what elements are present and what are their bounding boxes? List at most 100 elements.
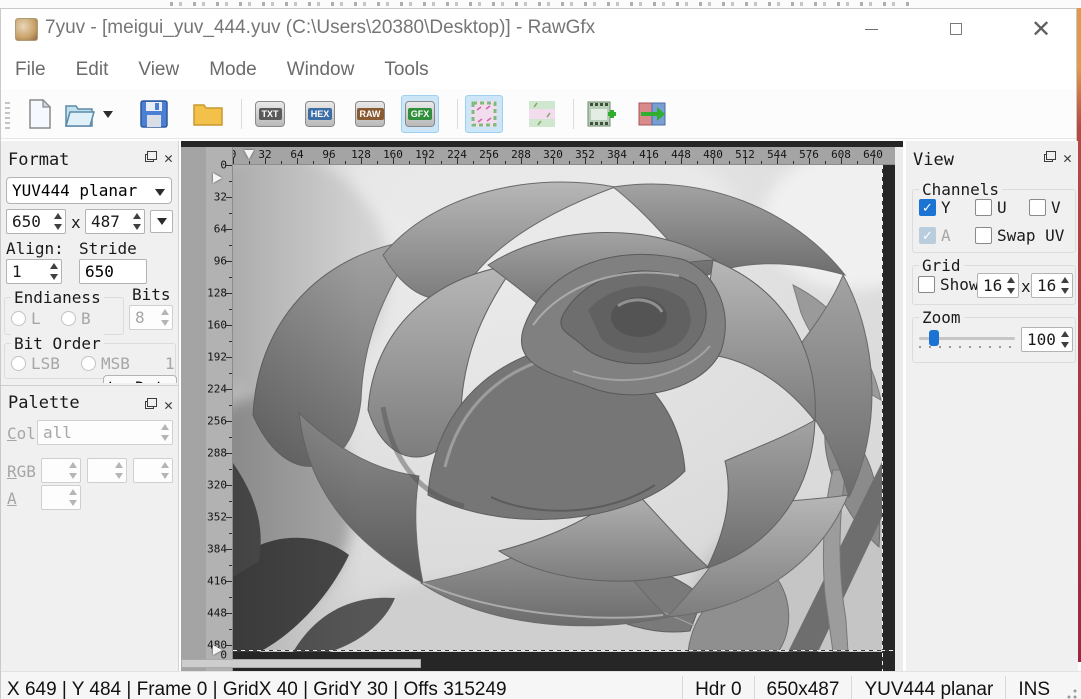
grid-cols-spinbox[interactable]: 16	[977, 273, 1019, 298]
endian-l-radio[interactable]	[11, 311, 26, 326]
auto-detect-label: Auto Detect	[103, 378, 177, 384]
ruler-tick	[229, 629, 232, 630]
slider-handle[interactable]	[929, 330, 939, 346]
g-spinbox[interactable]	[87, 458, 127, 483]
window-title: 7yuv - [meigui_yuv_444.yuv (C:\Users\203…	[45, 17, 595, 39]
app-window: 7yuv - [meigui_yuv_444.yuv (C:\Users\203…	[0, 8, 1077, 699]
b-spinbox[interactable]	[133, 458, 173, 483]
image-viewport[interactable]	[233, 165, 883, 652]
close-panel-icon[interactable]: ✕	[164, 153, 173, 163]
view-packed-button[interactable]	[465, 95, 503, 133]
ruler-tick	[226, 453, 232, 454]
toolbar-drag-handle[interactable]	[5, 99, 10, 129]
right-dock: View ✕ Channels ✓ Y U	[906, 141, 1078, 671]
open-file-button[interactable]	[61, 95, 99, 133]
ruler-marker-left[interactable]	[213, 173, 222, 183]
float-panel-icon[interactable]	[145, 401, 154, 409]
menu-item-tools[interactable]: Tools	[372, 55, 440, 85]
toolbar-separator	[573, 99, 574, 129]
channel-v-checkbox[interactable]	[1029, 199, 1046, 216]
gfx-label: GFX	[408, 108, 433, 120]
channel-y-checkbox[interactable]: ✓	[919, 199, 936, 216]
toolbar: TXT HEX RAW GFX	[1, 89, 1076, 139]
zoom-slider[interactable]	[919, 330, 1015, 348]
resize-grip[interactable]	[1064, 688, 1078, 699]
mode-hex-button[interactable]: HEX	[301, 95, 339, 133]
ruler-marker-left-bottom[interactable]	[213, 645, 222, 655]
ruler-tick	[361, 158, 362, 164]
float-panel-icon[interactable]	[145, 154, 154, 162]
menu-item-window[interactable]: Window	[275, 55, 367, 85]
bits-spinbox[interactable]: 8	[129, 305, 173, 330]
grid-show-checkbox[interactable]	[918, 276, 935, 293]
background-strip	[0, 0, 1081, 8]
new-file-button[interactable]	[21, 95, 59, 133]
float-panel-icon[interactable]	[1044, 154, 1053, 162]
width-value: 650	[12, 212, 41, 231]
image-canvas[interactable]: 0326496128160192224256288320352384416448…	[181, 141, 903, 671]
col-value: all	[43, 423, 72, 442]
col-spinbox[interactable]: all	[37, 420, 173, 445]
ruler-tick	[226, 613, 232, 614]
menu-item-edit[interactable]: Edit	[64, 55, 121, 85]
swap-uv-checkbox[interactable]	[975, 227, 992, 244]
channel-a-checkbox[interactable]: ✓	[919, 227, 936, 244]
vertical-scrollbar[interactable]	[895, 147, 903, 671]
ruler-tick	[229, 309, 232, 310]
ruler-tick	[226, 165, 232, 166]
menu-item-view[interactable]: View	[126, 55, 191, 85]
export-frame-button[interactable]	[633, 95, 671, 133]
export-convert-icon	[637, 100, 667, 128]
mode-gfx-button[interactable]: GFX	[401, 95, 439, 133]
mode-raw-button[interactable]: RAW	[351, 95, 389, 133]
ruler-tick	[329, 158, 330, 164]
ruler-tick	[226, 549, 232, 550]
zoom-spinbox[interactable]: 100	[1021, 327, 1073, 352]
stride-field[interactable]: 650	[79, 259, 147, 284]
menu-item-mode[interactable]: Mode	[197, 55, 269, 85]
ruler-tick	[229, 277, 232, 278]
ruler-tick	[226, 645, 232, 646]
r-spinbox[interactable]	[41, 458, 81, 483]
ruler-left-label: 128	[207, 287, 227, 300]
auto-detect-button[interactable]: Auto Detect	[103, 375, 177, 383]
mode-txt-button[interactable]: TXT	[251, 95, 289, 133]
ruler-tick	[681, 158, 682, 164]
ruler-tick	[226, 389, 232, 390]
ruler-tick	[229, 245, 232, 246]
lsb-radio[interactable]	[11, 356, 26, 371]
grid-rows-spinbox[interactable]: 16	[1031, 273, 1073, 298]
grid-group: Grid Show 16 x 16	[912, 265, 1076, 305]
menu-item-file[interactable]: File	[3, 55, 58, 85]
ruler-tick	[226, 357, 232, 358]
width-spinbox[interactable]: 650	[6, 209, 66, 234]
title-bar[interactable]: 7yuv - [meigui_yuv_444.yuv (C:\Users\203…	[1, 9, 1076, 51]
msb-radio[interactable]	[81, 356, 96, 371]
channel-y-label: Y	[941, 198, 951, 217]
browse-folder-button[interactable]	[189, 95, 227, 133]
close-panel-icon[interactable]: ✕	[1063, 153, 1072, 163]
folder-icon	[193, 102, 223, 126]
minimize-button[interactable]	[846, 9, 896, 49]
open-file-dropdown[interactable]	[99, 95, 117, 133]
pixel-format-combobox[interactable]: YUV444 planar	[6, 177, 172, 204]
size-preset-dropdown[interactable]	[150, 210, 173, 233]
close-panel-icon[interactable]: ✕	[164, 400, 173, 410]
ruler-tick	[473, 161, 474, 164]
ruler-marker-top[interactable]	[244, 150, 254, 159]
add-frame-button[interactable]	[583, 95, 621, 133]
maximize-button[interactable]	[931, 9, 981, 49]
alpha-spinbox[interactable]	[41, 485, 81, 510]
view-planar-button[interactable]	[523, 95, 561, 133]
endian-b-radio[interactable]	[61, 311, 76, 326]
align-spinbox[interactable]: 1	[6, 259, 62, 284]
ruler-left-label: 384	[207, 543, 227, 556]
horizontal-scrollbar-thumb[interactable]	[181, 659, 421, 668]
channel-u-checkbox[interactable]	[975, 199, 992, 216]
close-button[interactable]: ✕	[1016, 9, 1066, 49]
save-file-button[interactable]	[135, 95, 173, 133]
ruler-tick	[793, 161, 794, 164]
height-spinbox[interactable]: 487	[85, 209, 145, 234]
bits-value: 8	[135, 308, 145, 327]
format-panel-title: Format ✕	[1, 147, 179, 173]
